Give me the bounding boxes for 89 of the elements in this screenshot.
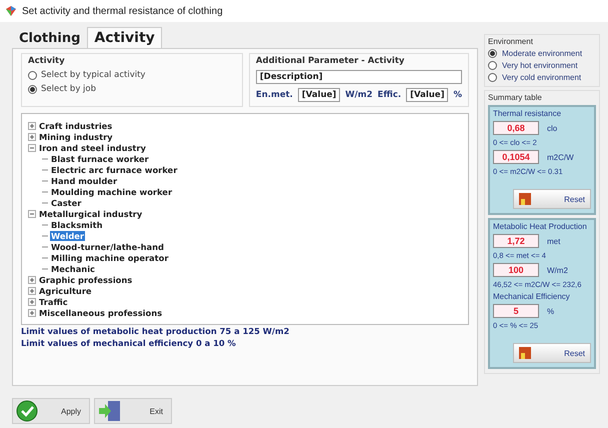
field-label: Effic. <box>378 90 402 100</box>
tree-item[interactable]: Miscellaneous professions <box>38 308 164 318</box>
expand-icon[interactable] <box>28 308 36 316</box>
radio-label: Very cold environment <box>502 73 582 82</box>
limit-note: Limit values of metabolic heat production 75 a 125 W/m2 <box>21 325 290 337</box>
tree-connector <box>42 158 48 160</box>
tree-connector <box>42 202 48 204</box>
radio-label: Moderate environment <box>502 49 582 58</box>
tree-item[interactable]: Mining industry <box>38 132 114 142</box>
section-heading: Thermal resistance <box>493 109 562 118</box>
radio-option[interactable]: Moderate environment <box>488 49 596 58</box>
tab[interactable]: Activity <box>87 27 162 48</box>
apply-button[interactable]: Apply <box>12 398 90 424</box>
reset-icon <box>519 193 531 205</box>
radio-button[interactable] <box>488 49 497 58</box>
unit-label: met <box>547 236 560 246</box>
app-icon <box>5 5 17 17</box>
expand-icon[interactable] <box>28 276 36 284</box>
reset-button[interactable]: Reset <box>513 343 591 363</box>
radio-option[interactable]: Select by job <box>28 84 236 94</box>
group-title: Environment <box>488 37 534 46</box>
tree-connector <box>42 234 48 236</box>
tree-item[interactable]: Metallurgical industry <box>38 208 144 218</box>
tree-item[interactable]: Traffic <box>38 296 69 306</box>
tree-connector <box>42 246 48 248</box>
value-field[interactable]: [Value] <box>298 88 340 102</box>
tree-connector <box>42 256 48 258</box>
radio-button[interactable] <box>488 73 497 82</box>
tree-connector <box>42 180 48 182</box>
tree-connector <box>42 190 48 192</box>
unit-label: % <box>547 306 554 316</box>
unit-label: clo <box>547 124 558 132</box>
radio-option[interactable]: Select by typical activity <box>28 70 236 80</box>
value-field[interactable]: 100 <box>493 263 539 277</box>
collapse-icon[interactable] <box>28 144 36 152</box>
reset-icon <box>519 347 531 359</box>
section-heading: Metabolic Heat Production <box>493 222 588 231</box>
limit-note: Limit values of mechanical efficiency 0 a 10 % <box>21 337 237 349</box>
expand-icon[interactable] <box>28 298 36 306</box>
tree-item[interactable]: Hand moulder <box>50 176 118 186</box>
value-field[interactable]: [Value] <box>406 88 448 102</box>
tab[interactable]: Clothing <box>12 28 88 48</box>
expand-icon[interactable] <box>28 286 36 294</box>
unit-label: % <box>453 90 462 100</box>
radio-button[interactable] <box>488 61 497 70</box>
radio-label: Very hot environment <box>502 61 578 70</box>
tree-item[interactable]: Graphic professions <box>38 274 134 284</box>
description-field[interactable]: [Description] <box>256 70 462 84</box>
tree-item[interactable]: Agriculture <box>38 286 93 296</box>
value-field[interactable]: 5 <box>493 304 539 318</box>
radio-label: Select by job <box>41 84 96 94</box>
tree-item[interactable]: Milling machine operator <box>50 252 170 262</box>
tree-item[interactable]: Blacksmith <box>50 220 104 230</box>
expand-icon[interactable] <box>28 122 36 130</box>
group-title: Summary table <box>488 93 543 102</box>
tree-item[interactable]: Moulding machine worker <box>50 186 174 196</box>
radio-button[interactable] <box>28 70 37 80</box>
unit-label: m2C/W <box>547 152 574 162</box>
group-title: Activity <box>28 56 66 66</box>
check-icon <box>16 400 38 422</box>
radio-button[interactable] <box>28 84 37 94</box>
tree-item[interactable]: Caster <box>50 198 82 208</box>
reset-button[interactable]: Reset <box>513 189 591 209</box>
exit-door-icon <box>98 400 122 422</box>
field-label: En.met. <box>256 90 293 100</box>
tree-item[interactable]: Craft industries <box>38 120 114 130</box>
collapse-icon[interactable] <box>28 210 36 218</box>
value-field[interactable]: 0,1054 <box>493 150 539 164</box>
unit-label: W/m2 <box>547 266 568 274</box>
radio-label: Select by typical activity <box>41 70 146 80</box>
tree-item[interactable]: Mechanic <box>50 264 96 274</box>
section-heading: Mechanical Efficiency <box>493 292 571 301</box>
tree-connector <box>42 224 48 226</box>
unit-label: W/m2 <box>345 90 373 100</box>
radio-option[interactable]: Very cold environment <box>488 73 596 82</box>
tree-item[interactable]: Iron and steel industry <box>38 142 147 152</box>
value-field[interactable]: 1,72 <box>493 234 539 248</box>
group-title: Additional Parameter - Activity <box>256 56 406 66</box>
tree-item[interactable]: Blast furnace worker <box>50 154 150 164</box>
expand-icon[interactable] <box>28 132 36 140</box>
tree-item[interactable]: Electric arc furnace worker <box>50 164 178 174</box>
window-title: Set activity and thermal resistance of clothing <box>22 6 223 16</box>
exit-button[interactable]: Exit <box>94 398 172 424</box>
value-field[interactable]: 0,68 <box>493 121 539 135</box>
tree-item[interactable]: Wood-turner/lathe-hand <box>50 242 165 252</box>
tree-connector <box>42 268 48 270</box>
tree-connector <box>42 168 48 170</box>
tree-item[interactable]: Welder <box>50 230 85 240</box>
radio-option[interactable]: Very hot environment <box>488 61 596 70</box>
